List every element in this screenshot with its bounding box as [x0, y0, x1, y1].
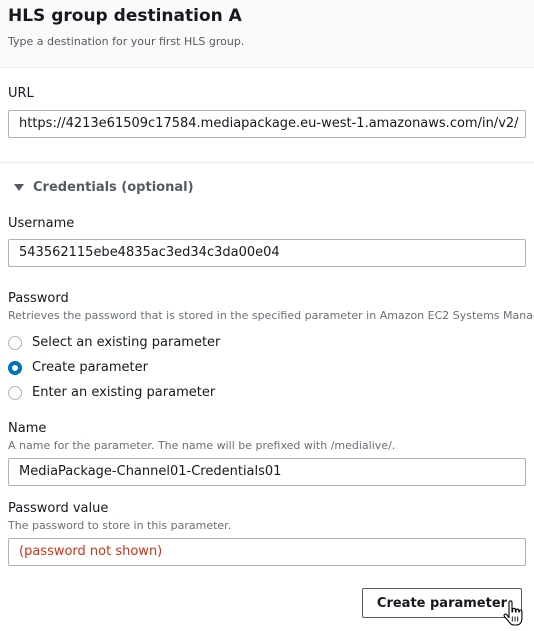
credentials-toggle[interactable]: Credentials (optional)	[14, 180, 194, 195]
password-value-input[interactable]: (password not shown)	[8, 538, 526, 566]
password-value-description: The password to store in this parameter.	[8, 519, 232, 532]
radio-button-selected[interactable]	[8, 360, 22, 375]
caret-down-icon	[14, 184, 24, 191]
section-header: HLS group destination A Type a destinati…	[0, 0, 534, 68]
name-label: Name	[8, 421, 47, 436]
username-label: Username	[8, 216, 75, 231]
section-description: Type a destination for your first HLS gr…	[8, 35, 245, 48]
parameter-name-input[interactable]: MediaPackage-Channel01-Credentials01	[8, 458, 526, 486]
radio-enter-existing-parameter[interactable]: Enter an existing parameter	[8, 385, 215, 400]
radio-label: Create parameter	[32, 360, 148, 375]
radio-button[interactable]	[8, 335, 22, 350]
radio-label: Enter an existing parameter	[32, 385, 216, 400]
radio-select-existing-parameter[interactable]: Select an existing parameter	[8, 335, 220, 350]
hand-pointer-icon	[503, 600, 523, 626]
credentials-toggle-label: Credentials (optional)	[33, 180, 194, 195]
username-input[interactable]: 543562115ebe4835ac3ed34c3da00e04	[8, 239, 526, 267]
section-title: HLS group destination A	[8, 6, 242, 26]
radio-button[interactable]	[8, 385, 22, 400]
password-label: Password	[8, 291, 69, 306]
radio-create-parameter[interactable]: Create parameter	[8, 360, 148, 375]
divider	[0, 162, 534, 163]
name-description: A name for the parameter. The name will …	[8, 439, 396, 452]
password-value-label: Password value	[8, 501, 109, 516]
url-input[interactable]: https://4213e61509c17584.mediapackage.eu…	[8, 110, 526, 138]
url-label: URL	[8, 86, 34, 101]
radio-label: Select an existing parameter	[32, 335, 221, 350]
create-parameter-button[interactable]: Create parameter	[362, 588, 522, 618]
password-description: Retrieves the password that is stored in…	[8, 309, 534, 322]
